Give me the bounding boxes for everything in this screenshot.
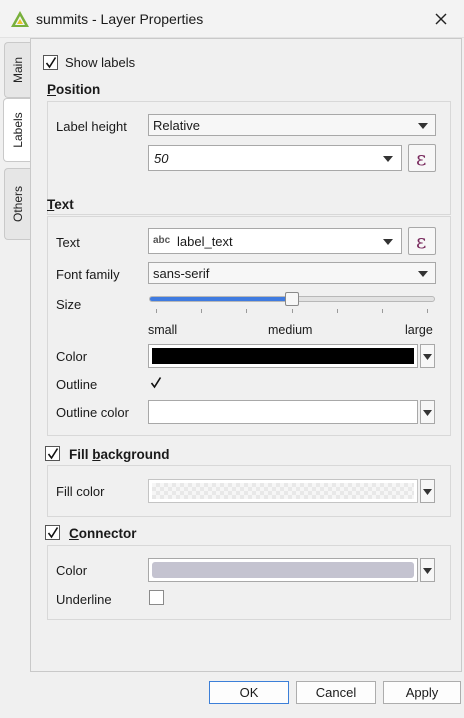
size-large-label: large bbox=[405, 323, 433, 337]
font-family-combo[interactable]: sans-serif bbox=[148, 262, 436, 284]
chevron-down-icon bbox=[383, 239, 393, 245]
label-height-label: Label height bbox=[56, 119, 127, 134]
show-labels-checkbox[interactable] bbox=[43, 55, 58, 70]
height-expression-button[interactable]: ε bbox=[408, 144, 436, 172]
ok-button[interactable]: OK bbox=[209, 681, 289, 704]
connector-color-dropdown[interactable] bbox=[420, 558, 435, 582]
outline-color-dropdown[interactable] bbox=[420, 400, 435, 424]
window-title: summits - Layer Properties bbox=[36, 11, 204, 27]
chevron-down-icon bbox=[423, 354, 432, 360]
close-icon[interactable] bbox=[430, 8, 452, 30]
position-section-title: Position bbox=[47, 82, 101, 97]
checkmark-icon bbox=[150, 377, 162, 389]
text-field-value: label_text bbox=[177, 234, 233, 249]
fill-color-button[interactable] bbox=[148, 479, 418, 503]
size-tick bbox=[156, 309, 157, 313]
text-expression-button[interactable]: ε bbox=[408, 227, 436, 255]
text-field-label: Text bbox=[56, 235, 80, 250]
expression-epsilon-icon: ε bbox=[416, 146, 427, 170]
fill-background-title: Fill background bbox=[69, 447, 170, 462]
text-color-swatch bbox=[152, 348, 414, 364]
size-slider-fill bbox=[150, 297, 293, 301]
connector-color-swatch bbox=[152, 562, 414, 578]
text-type-badge: abc bbox=[153, 235, 171, 246]
chevron-down-icon bbox=[423, 489, 432, 495]
tab-others-label: Others bbox=[10, 185, 25, 223]
size-tick bbox=[246, 309, 247, 313]
qgis-app-icon bbox=[11, 11, 29, 27]
label-height-value: Relative bbox=[153, 118, 200, 133]
size-tick bbox=[382, 309, 383, 313]
connector-color-label: Color bbox=[56, 563, 88, 578]
size-medium-label: medium bbox=[268, 323, 313, 337]
outline-color-label: Outline color bbox=[56, 405, 129, 420]
underline-checkbox[interactable] bbox=[149, 590, 164, 605]
title-bar: summits - Layer Properties bbox=[0, 0, 464, 38]
connector-color-button[interactable] bbox=[148, 558, 418, 582]
size-small-label: small bbox=[148, 323, 178, 337]
underline-label: Underline bbox=[56, 592, 112, 607]
checkmark-icon bbox=[47, 527, 59, 539]
fill-background-checkbox[interactable] bbox=[45, 446, 60, 461]
font-family-label: Font family bbox=[56, 267, 120, 282]
size-slider-handle[interactable] bbox=[285, 292, 299, 306]
size-tick bbox=[337, 309, 338, 313]
outline-color-swatch bbox=[152, 404, 414, 420]
connector-group bbox=[47, 545, 451, 620]
fill-color-dropdown[interactable] bbox=[420, 479, 435, 503]
tab-main[interactable]: Main bbox=[4, 42, 30, 98]
tab-labels[interactable]: Labels bbox=[3, 98, 31, 162]
tab-main-label: Main bbox=[10, 56, 25, 84]
size-tick bbox=[201, 309, 202, 313]
outline-color-button[interactable] bbox=[148, 400, 418, 424]
text-color-dropdown[interactable] bbox=[420, 344, 435, 368]
label-height-combo[interactable]: Relative bbox=[148, 114, 436, 136]
height-value-text: 50 bbox=[154, 151, 169, 166]
text-section-title: Text bbox=[47, 197, 74, 212]
checkmark-icon bbox=[47, 448, 59, 460]
outline-checkbox[interactable] bbox=[149, 376, 164, 391]
chevron-down-icon bbox=[423, 410, 432, 416]
tab-labels-label: Labels bbox=[10, 112, 25, 148]
text-color-button[interactable] bbox=[148, 344, 418, 368]
checkmark-icon bbox=[45, 57, 57, 69]
chevron-down-icon bbox=[418, 271, 428, 277]
size-tick bbox=[292, 309, 293, 313]
outline-label: Outline bbox=[56, 377, 98, 392]
size-label: Size bbox=[56, 297, 82, 312]
tab-others[interactable]: Others bbox=[4, 168, 30, 240]
font-family-value: sans-serif bbox=[153, 266, 210, 281]
cancel-button[interactable]: Cancel bbox=[296, 681, 376, 704]
vertical-tab-bar: Main Labels Others bbox=[0, 38, 31, 673]
chevron-down-icon bbox=[418, 123, 428, 129]
size-tick bbox=[427, 309, 428, 313]
apply-button[interactable]: Apply bbox=[383, 681, 461, 704]
fill-color-label: Fill color bbox=[56, 484, 105, 499]
fill-color-swatch-transparent bbox=[152, 483, 414, 499]
chevron-down-icon bbox=[423, 568, 432, 574]
text-color-label: Color bbox=[56, 349, 88, 364]
expression-epsilon-icon: ε bbox=[416, 229, 427, 253]
labels-panel: Show labels Position Label height Relati… bbox=[30, 38, 462, 672]
show-labels-label: Show labels bbox=[65, 55, 136, 70]
connector-checkbox[interactable] bbox=[45, 525, 60, 540]
height-value-input[interactable]: 50 bbox=[148, 145, 402, 171]
chevron-down-icon bbox=[383, 156, 393, 162]
connector-section-title: Connector bbox=[69, 526, 137, 541]
text-field-input[interactable]: abc label_text bbox=[148, 228, 402, 254]
